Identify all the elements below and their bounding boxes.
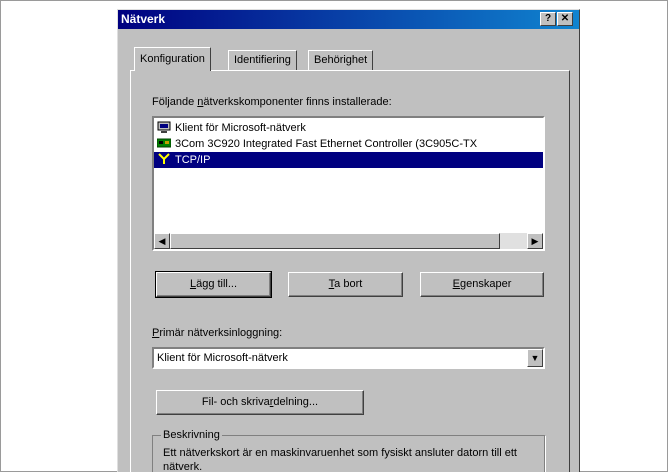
remove-button[interactable]: Ta bort (288, 272, 403, 297)
list-item[interactable]: Klient för Microsoft-nätverk (154, 120, 543, 136)
list-item-label: Klient för Microsoft-nätverk (175, 122, 306, 134)
network-client-icon (157, 121, 171, 133)
tab-konfiguration[interactable]: Konfiguration (134, 47, 211, 71)
scroll-left-icon[interactable]: ◀ (154, 233, 170, 249)
add-button[interactable]: Lägg till... (155, 271, 272, 298)
components-list[interactable]: Klient för Microsoft-nätverk 3Com 3C920 … (152, 116, 545, 251)
list-item-label: 3Com 3C920 Integrated Fast Ethernet Cont… (175, 138, 478, 150)
description-text: Ett nätverkskort är en maskinvaruenhet s… (163, 447, 517, 472)
primary-logon-label: Primär nätverksinloggning: (152, 327, 283, 339)
scroll-thumb[interactable] (170, 233, 500, 249)
title-bar[interactable]: Nätverk ? ✕ (118, 10, 579, 29)
primary-logon-value: Klient för Microsoft-nätverk (157, 352, 288, 364)
horizontal-scrollbar[interactable]: ◀ ▶ (154, 233, 543, 249)
tab-identifiering[interactable]: Identifiering (228, 50, 297, 70)
help-button[interactable]: ? (540, 12, 556, 26)
list-item[interactable]: TCP/IP (154, 152, 543, 168)
chevron-down-icon[interactable]: ▼ (527, 349, 543, 367)
primary-logon-select[interactable]: Klient för Microsoft-nätverk ▼ (152, 347, 545, 369)
description-group: Beskrivning Ett nätverkskort är en maski… (152, 429, 545, 472)
close-button[interactable]: ✕ (557, 12, 573, 26)
network-adapter-icon (157, 138, 171, 148)
properties-button[interactable]: Egenskaper (420, 272, 544, 297)
network-dialog: Nätverk ? ✕ Konfiguration Identifiering … (117, 9, 580, 472)
window-title: Nätverk (121, 12, 166, 26)
file-print-sharing-button[interactable]: Fil- och skrivardelning... (156, 390, 364, 415)
components-label: Följande nätverkskomponenter finns insta… (152, 96, 392, 108)
list-item-label: TCP/IP (175, 154, 211, 166)
protocol-icon (158, 153, 170, 164)
description-title: Beskrivning (161, 429, 222, 441)
list-item[interactable]: 3Com 3C920 Integrated Fast Ethernet Cont… (154, 136, 543, 152)
scroll-right-icon[interactable]: ▶ (527, 233, 543, 249)
tab-behorighet[interactable]: Behörighet (308, 50, 374, 70)
